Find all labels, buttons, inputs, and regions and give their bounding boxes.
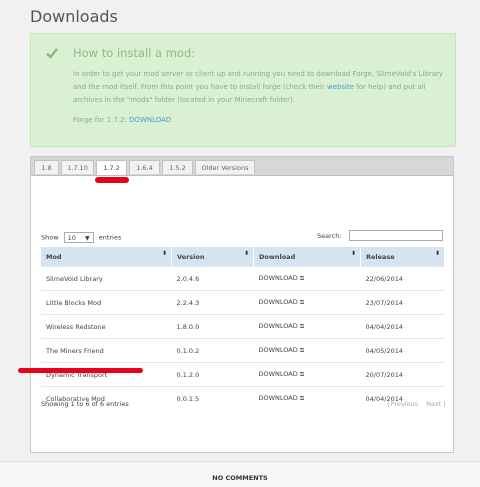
page: Downloads How to install a mod: In order… [0,0,480,487]
external-link-icon: ⧉ [299,395,305,402]
downloads-panel: 1.8 1.7.10 1.7.2 1.6.4 1.5.2 Older Versi… [30,156,454,453]
download-cell[interactable]: DOWNLOAD ⧉ [253,314,361,339]
table-row: SlimeVoid Library 2.0.4.6 DOWNLOAD ⧉ 22/… [41,266,445,291]
header-label: Version [177,252,205,261]
download-cell[interactable]: DOWNLOAD ⧉ [253,266,361,291]
release-cell: 20/07/2014 [360,362,445,387]
mod-cell: The Miners Friend [41,338,172,363]
tab-1-8[interactable]: 1.8 [34,160,59,174]
header-label: Mod [46,252,62,261]
version-cell: 0.1.0.2 [171,338,254,363]
header-label: Release [366,252,395,261]
forge-download: Forge for 1.7.2: DOWNLOAD [73,116,171,124]
forge-website-link[interactable]: website [327,83,354,91]
table-info: Showing 1 to 6 of 6 entries [41,400,129,408]
release-cell: 04/05/2014 [360,338,445,363]
sort-icon: ⬍ [350,250,356,257]
release-cell: 04/04/2014 [360,314,445,339]
sort-icon: ⬍ [243,250,249,257]
table-row: Little Blocks Mod 2.2.4.3 DOWNLOAD ⧉ 23/… [41,290,445,315]
next-button[interactable]: Next [426,400,441,408]
table-row: Wireless Redstone 1.8.0.0 DOWNLOAD ⧉ 04/… [41,314,445,339]
sort-icon: ⬍ [434,250,440,257]
column-header-mod[interactable]: Mod ⬍ [41,247,172,267]
search-input[interactable] [349,230,443,241]
page-title: Downloads [30,7,118,26]
tab-1-6-4[interactable]: 1.6.4 [129,160,160,174]
download-cell[interactable]: DOWNLOAD ⧉ [253,338,361,363]
forge-download-link[interactable]: DOWNLOAD [129,116,171,124]
annotation-underline-tab [95,177,129,183]
version-cell: 0.0.1.5 [171,386,254,410]
entries-control: Show 10 ▼ entries [41,232,121,243]
version-cell: 2.0.4.6 [171,266,254,291]
download-link[interactable]: DOWNLOAD [259,274,298,282]
download-link[interactable]: DOWNLOAD [259,394,298,402]
version-tabs: 1.8 1.7.10 1.7.2 1.6.4 1.5.2 Older Versi… [31,157,453,176]
download-cell[interactable]: DOWNLOAD ⧉ [253,386,361,410]
search-control: Search: [317,230,443,241]
comments-label: NO COMMENTS [212,474,268,482]
notice-heading: How to install a mod: [73,46,196,60]
download-link[interactable]: DOWNLOAD [259,370,298,378]
install-notice: How to install a mod: In order to get yo… [30,33,456,147]
mods-table: Mod ⬍ Version ⬍ Download ⬍ Release ⬍ SlimeVo… [41,247,445,410]
annotation-underline-row [18,368,143,373]
previous-button[interactable]: Previous [391,400,418,408]
previous-icon: ⟨ [387,400,390,408]
check-icon [46,48,58,59]
tab-1-5-2[interactable]: 1.5.2 [162,160,193,174]
version-cell: 0.1.2.0 [171,362,254,387]
download-link[interactable]: DOWNLOAD [259,322,298,330]
tab-1-7-2[interactable]: 1.7.2 [96,160,127,175]
download-link[interactable]: DOWNLOAD [259,346,298,354]
mod-cell: Little Blocks Mod [41,290,172,315]
table-row: The Miners Friend 0.1.0.2 DOWNLOAD ⧉ 04/… [41,338,445,363]
external-link-icon: ⧉ [299,299,305,306]
entries-value: 10 [67,234,76,242]
table-row: Dynamic Transport 0.1.2.0 DOWNLOAD ⧉ 20/… [41,362,445,387]
external-link-icon: ⧉ [299,371,305,378]
column-header-release[interactable]: Release ⬍ [360,247,445,267]
notice-text: In order to get your mod server or clien… [73,68,447,107]
chevron-down-icon: ▼ [85,235,90,242]
table-header-row: Mod ⬍ Version ⬍ Download ⬍ Release ⬍ [41,247,445,267]
sort-icon: ⬍ [161,250,167,257]
external-link-icon: ⧉ [299,275,305,282]
column-header-download[interactable]: Download ⬍ [253,247,361,267]
download-link[interactable]: DOWNLOAD [259,298,298,306]
version-cell: 2.2.4.3 [171,290,254,315]
pagination: ⟨Previous Next ⟩ [381,400,446,408]
next-icon: ⟩ [443,400,446,408]
download-cell[interactable]: DOWNLOAD ⧉ [253,290,361,315]
external-link-icon: ⧉ [299,347,305,354]
entries-label: entries [98,233,122,242]
header-label: Download [259,252,296,261]
tab-older-versions[interactable]: Older Versions [195,160,255,174]
entries-select[interactable]: 10 ▼ [63,232,94,243]
search-label: Search: [317,232,342,240]
tab-1-7-10[interactable]: 1.7.10 [61,160,94,174]
forge-label: Forge for 1.7.2: [73,116,127,124]
column-header-version[interactable]: Version ⬍ [171,247,254,267]
mod-cell: Wireless Redstone [41,314,172,339]
release-cell: 23/07/2014 [360,290,445,315]
mod-cell: Dynamic Transport [41,362,172,387]
release-cell: 22/06/2014 [360,266,445,291]
external-link-icon: ⧉ [299,323,305,330]
version-cell: 1.8.0.0 [171,314,254,339]
mod-cell: SlimeVoid Library [41,266,172,291]
show-label: Show [41,233,59,242]
download-cell[interactable]: DOWNLOAD ⧉ [253,362,361,387]
